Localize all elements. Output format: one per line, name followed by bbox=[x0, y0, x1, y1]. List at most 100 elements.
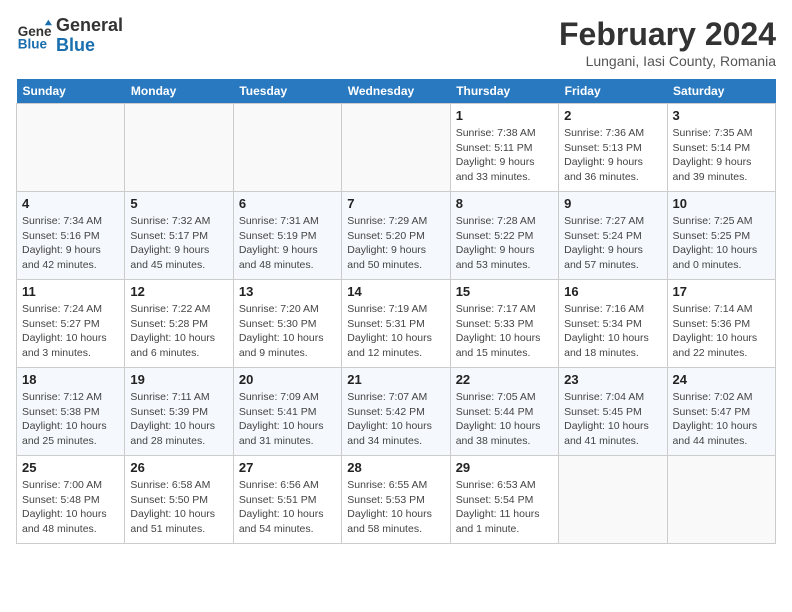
calendar-cell: 27 Sunrise: 6:56 AM Sunset: 5:51 PM Dayli… bbox=[233, 456, 341, 544]
calendar-cell: 3 Sunrise: 7:35 AM Sunset: 5:14 PM Daylig… bbox=[667, 104, 775, 192]
calendar-cell: 22 Sunrise: 7:05 AM Sunset: 5:44 PM Dayli… bbox=[450, 368, 558, 456]
calendar-cell bbox=[17, 104, 125, 192]
day-number: 24 bbox=[673, 372, 770, 387]
day-number: 21 bbox=[347, 372, 444, 387]
day-number: 25 bbox=[22, 460, 119, 475]
weekday-header-monday: Monday bbox=[125, 79, 233, 104]
day-info: Sunrise: 7:14 AM Sunset: 5:36 PM Dayligh… bbox=[673, 302, 770, 361]
calendar-cell: 28Sunrise: 6:55 AM Sunset: 5:53 PM Dayli… bbox=[342, 456, 450, 544]
location: Lungani, Iasi County, Romania bbox=[559, 53, 776, 69]
day-info: Sunrise: 7:12 AM Sunset: 5:38 PM Dayligh… bbox=[22, 390, 119, 449]
calendar-cell: 19 Sunrise: 7:11 AM Sunset: 5:39 PM Dayli… bbox=[125, 368, 233, 456]
weekday-header-row: SundayMondayTuesdayWednesdayThursdayFrid… bbox=[17, 79, 776, 104]
day-info: Sunrise: 7:04 AM Sunset: 5:45 PM Dayligh… bbox=[564, 390, 661, 449]
day-number: 10 bbox=[673, 196, 770, 211]
calendar-week-4: 25 Sunrise: 7:00 AM Sunset: 5:48 PM Dayli… bbox=[17, 456, 776, 544]
day-number: 27 bbox=[239, 460, 336, 475]
weekday-header-wednesday: Wednesday bbox=[342, 79, 450, 104]
day-info: Sunrise: 7:16 AM Sunset: 5:34 PM Dayligh… bbox=[564, 302, 661, 361]
calendar-cell bbox=[559, 456, 667, 544]
calendar-week-3: 18 Sunrise: 7:12 AM Sunset: 5:38 PM Dayli… bbox=[17, 368, 776, 456]
day-number: 17 bbox=[673, 284, 770, 299]
calendar-cell: 15Sunrise: 7:17 AM Sunset: 5:33 PM Dayli… bbox=[450, 280, 558, 368]
day-number: 4 bbox=[22, 196, 119, 211]
day-info: Sunrise: 6:53 AM Sunset: 5:54 PM Dayligh… bbox=[456, 478, 553, 537]
day-number: 5 bbox=[130, 196, 227, 211]
calendar-cell: 8 Sunrise: 7:28 AM Sunset: 5:22 PM Daylig… bbox=[450, 192, 558, 280]
day-info: Sunrise: 7:20 AM Sunset: 5:30 PM Dayligh… bbox=[239, 302, 336, 361]
day-info: Sunrise: 7:00 AM Sunset: 5:48 PM Dayligh… bbox=[22, 478, 119, 537]
weekday-header-friday: Friday bbox=[559, 79, 667, 104]
calendar-week-1: 4 Sunrise: 7:34 AM Sunset: 5:16 PM Daylig… bbox=[17, 192, 776, 280]
calendar-cell: 16Sunrise: 7:16 AM Sunset: 5:34 PM Dayli… bbox=[559, 280, 667, 368]
day-info: Sunrise: 7:27 AM Sunset: 5:24 PM Dayligh… bbox=[564, 214, 661, 273]
day-number: 13 bbox=[239, 284, 336, 299]
day-number: 2 bbox=[564, 108, 661, 123]
day-number: 6 bbox=[239, 196, 336, 211]
calendar-cell: 24 Sunrise: 7:02 AM Sunset: 5:47 PM Dayli… bbox=[667, 368, 775, 456]
day-number: 23 bbox=[564, 372, 661, 387]
page-header: General Blue General Blue February 2024 … bbox=[16, 16, 776, 69]
day-info: Sunrise: 7:25 AM Sunset: 5:25 PM Dayligh… bbox=[673, 214, 770, 273]
calendar-cell bbox=[233, 104, 341, 192]
calendar-cell: 17 Sunrise: 7:14 AM Sunset: 5:36 PM Dayli… bbox=[667, 280, 775, 368]
calendar-cell: 20Sunrise: 7:09 AM Sunset: 5:41 PM Dayli… bbox=[233, 368, 341, 456]
day-info: Sunrise: 7:38 AM Sunset: 5:11 PM Dayligh… bbox=[456, 126, 553, 185]
day-info: Sunrise: 7:02 AM Sunset: 5:47 PM Dayligh… bbox=[673, 390, 770, 449]
weekday-header-sunday: Sunday bbox=[17, 79, 125, 104]
day-number: 28 bbox=[347, 460, 444, 475]
calendar-cell: 18 Sunrise: 7:12 AM Sunset: 5:38 PM Dayli… bbox=[17, 368, 125, 456]
title-block: February 2024 Lungani, Iasi County, Roma… bbox=[559, 16, 776, 69]
day-info: Sunrise: 6:56 AM Sunset: 5:51 PM Dayligh… bbox=[239, 478, 336, 537]
day-info: Sunrise: 7:34 AM Sunset: 5:16 PM Dayligh… bbox=[22, 214, 119, 273]
weekday-header-saturday: Saturday bbox=[667, 79, 775, 104]
day-info: Sunrise: 7:22 AM Sunset: 5:28 PM Dayligh… bbox=[130, 302, 227, 361]
logo-icon: General Blue bbox=[16, 18, 52, 54]
day-info: Sunrise: 7:31 AM Sunset: 5:19 PM Dayligh… bbox=[239, 214, 336, 273]
day-number: 11 bbox=[22, 284, 119, 299]
day-number: 8 bbox=[456, 196, 553, 211]
weekday-header-tuesday: Tuesday bbox=[233, 79, 341, 104]
day-info: Sunrise: 7:19 AM Sunset: 5:31 PM Dayligh… bbox=[347, 302, 444, 361]
day-number: 22 bbox=[456, 372, 553, 387]
calendar-cell: 21 Sunrise: 7:07 AM Sunset: 5:42 PM Dayli… bbox=[342, 368, 450, 456]
day-info: Sunrise: 7:35 AM Sunset: 5:14 PM Dayligh… bbox=[673, 126, 770, 185]
day-info: Sunrise: 7:28 AM Sunset: 5:22 PM Dayligh… bbox=[456, 214, 553, 273]
day-info: Sunrise: 6:58 AM Sunset: 5:50 PM Dayligh… bbox=[130, 478, 227, 537]
logo-text: General Blue bbox=[56, 16, 123, 56]
day-number: 18 bbox=[22, 372, 119, 387]
calendar-week-0: 1Sunrise: 7:38 AM Sunset: 5:11 PM Daylig… bbox=[17, 104, 776, 192]
day-number: 20 bbox=[239, 372, 336, 387]
day-number: 12 bbox=[130, 284, 227, 299]
calendar-cell: 10 Sunrise: 7:25 AM Sunset: 5:25 PM Dayli… bbox=[667, 192, 775, 280]
day-number: 3 bbox=[673, 108, 770, 123]
day-info: Sunrise: 7:36 AM Sunset: 5:13 PM Dayligh… bbox=[564, 126, 661, 185]
calendar-cell: 7 Sunrise: 7:29 AM Sunset: 5:20 PM Daylig… bbox=[342, 192, 450, 280]
day-number: 15 bbox=[456, 284, 553, 299]
day-info: Sunrise: 7:32 AM Sunset: 5:17 PM Dayligh… bbox=[130, 214, 227, 273]
calendar-week-2: 11Sunrise: 7:24 AM Sunset: 5:27 PM Dayli… bbox=[17, 280, 776, 368]
day-info: Sunrise: 7:05 AM Sunset: 5:44 PM Dayligh… bbox=[456, 390, 553, 449]
day-number: 29 bbox=[456, 460, 553, 475]
calendar-cell: 1Sunrise: 7:38 AM Sunset: 5:11 PM Daylig… bbox=[450, 104, 558, 192]
calendar-body: 1Sunrise: 7:38 AM Sunset: 5:11 PM Daylig… bbox=[17, 104, 776, 544]
day-info: Sunrise: 7:07 AM Sunset: 5:42 PM Dayligh… bbox=[347, 390, 444, 449]
day-info: Sunrise: 7:11 AM Sunset: 5:39 PM Dayligh… bbox=[130, 390, 227, 449]
calendar-cell: 12 Sunrise: 7:22 AM Sunset: 5:28 PM Dayli… bbox=[125, 280, 233, 368]
day-number: 19 bbox=[130, 372, 227, 387]
calendar-cell: 14Sunrise: 7:19 AM Sunset: 5:31 PM Dayli… bbox=[342, 280, 450, 368]
day-info: Sunrise: 7:29 AM Sunset: 5:20 PM Dayligh… bbox=[347, 214, 444, 273]
calendar-cell: 2 Sunrise: 7:36 AM Sunset: 5:13 PM Daylig… bbox=[559, 104, 667, 192]
day-number: 26 bbox=[130, 460, 227, 475]
calendar-cell: 6 Sunrise: 7:31 AM Sunset: 5:19 PM Daylig… bbox=[233, 192, 341, 280]
month-title: February 2024 bbox=[559, 16, 776, 53]
calendar-cell: 29 Sunrise: 6:53 AM Sunset: 5:54 PM Dayli… bbox=[450, 456, 558, 544]
day-number: 7 bbox=[347, 196, 444, 211]
calendar-cell: 9 Sunrise: 7:27 AM Sunset: 5:24 PM Daylig… bbox=[559, 192, 667, 280]
day-number: 9 bbox=[564, 196, 661, 211]
calendar-cell bbox=[125, 104, 233, 192]
weekday-header-thursday: Thursday bbox=[450, 79, 558, 104]
svg-text:Blue: Blue bbox=[18, 36, 48, 51]
logo: General Blue General Blue bbox=[16, 16, 123, 56]
calendar-cell: 26 Sunrise: 6:58 AM Sunset: 5:50 PM Dayli… bbox=[125, 456, 233, 544]
